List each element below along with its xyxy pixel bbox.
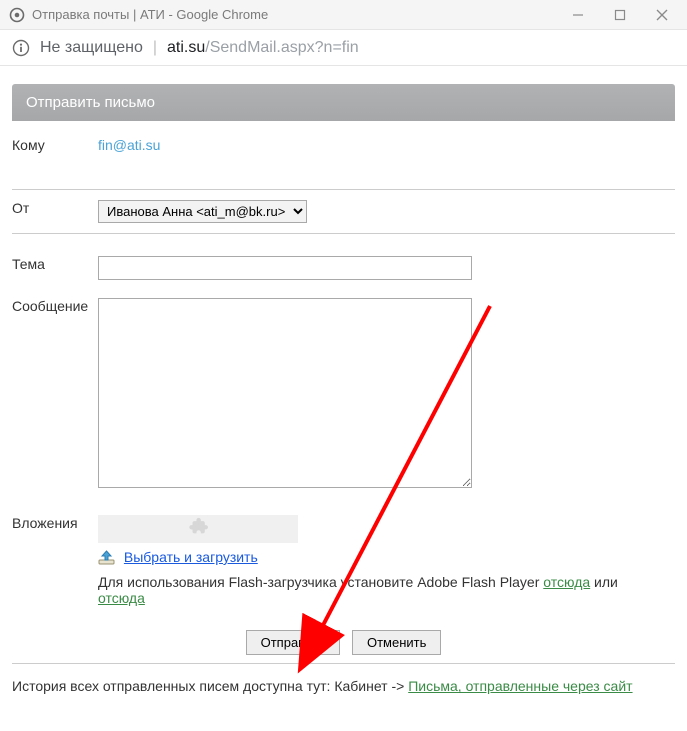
row-message: Сообщение: [12, 290, 675, 501]
window-maximize-button[interactable]: [599, 1, 641, 29]
to-label: Кому: [12, 137, 98, 153]
subject-input[interactable]: [98, 256, 472, 280]
row-subject: Тема: [12, 234, 675, 290]
row-from: От Иванова Анна <ati_m@bk.ru>: [12, 190, 675, 234]
address-separator: |: [153, 39, 157, 57]
history-line: История всех отправленных писем доступна…: [12, 664, 675, 694]
favicon-icon: [8, 6, 26, 24]
window-minimize-button[interactable]: [557, 1, 599, 29]
panel-header: Отправить письмо: [12, 84, 675, 121]
submit-button[interactable]: Отправить: [246, 630, 340, 655]
upload-icon: [98, 550, 116, 566]
attach-flash-placeholder: [98, 515, 298, 543]
url-host: ati.su: [167, 39, 205, 57]
history-link[interactable]: Письма, отправленные через сайт: [408, 678, 632, 694]
from-select[interactable]: Иванова Анна <ati_m@bk.ru>: [98, 200, 307, 223]
flash-note: Для использования Flash-загрузчика устан…: [98, 574, 675, 606]
info-icon: [12, 39, 30, 57]
cancel-button[interactable]: Отменить: [352, 630, 441, 655]
attach-upload-line: Выбрать и загрузить: [98, 549, 675, 566]
button-row: Отправить Отменить: [12, 616, 675, 664]
url-path: /SendMail.aspx?n=fin: [205, 39, 358, 57]
page-body: Отправить письмо Кому fin@ati.su От Иван…: [0, 66, 687, 704]
window-close-button[interactable]: [641, 1, 683, 29]
address-bar[interactable]: Не защищено | ati.su/SendMail.aspx?n=fin: [0, 30, 687, 66]
security-text: Не защищено: [40, 39, 143, 57]
row-to: Кому fin@ati.su: [12, 121, 675, 190]
window-titlebar: Отправка почты | АТИ - Google Chrome: [0, 0, 687, 30]
flash-note-text-pre: Для использования Flash-загрузчика устан…: [98, 574, 543, 590]
upload-link[interactable]: Выбрать и загрузить: [124, 549, 258, 565]
message-label: Сообщение: [12, 298, 98, 314]
subject-label: Тема: [12, 256, 98, 272]
message-textarea[interactable]: [98, 298, 472, 488]
plugin-icon: [187, 515, 209, 543]
flash-link-2[interactable]: отсюда: [98, 590, 145, 606]
from-label: От: [12, 200, 98, 216]
flash-note-text-mid: или: [590, 574, 618, 590]
to-value: fin@ati.su: [98, 136, 160, 153]
window-title: Отправка почты | АТИ - Google Chrome: [32, 7, 557, 22]
attach-label: Вложения: [12, 515, 98, 531]
flash-link-1[interactable]: отсюда: [543, 574, 590, 590]
row-attach: Вложения Выбрать и загрузить Для использ…: [12, 501, 675, 616]
history-text: История всех отправленных писем доступна…: [12, 678, 408, 694]
panel-title: Отправить письмо: [26, 94, 155, 111]
